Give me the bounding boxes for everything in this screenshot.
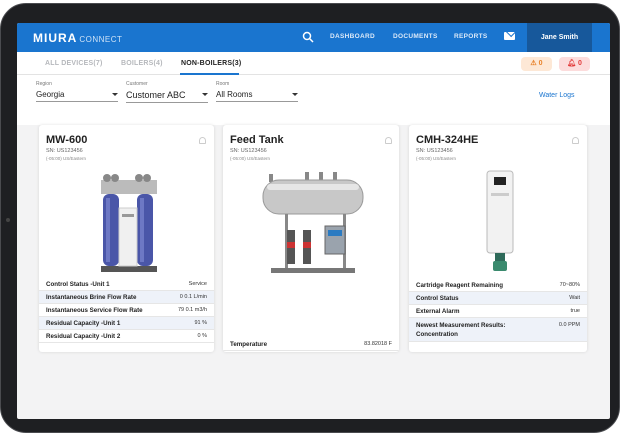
region-value: Georgia: [36, 90, 65, 99]
device-card-mw600[interactable]: MW-600 SN: US123456 (-05:00) US/Eastern: [39, 125, 214, 352]
tablet-frame: MIURA CONNECT DASHBOARD DOCUMENTS REPORTS…: [0, 0, 625, 435]
customer-filter[interactable]: Customer Customer ABC: [126, 81, 208, 103]
table-row: Instantaneous Service Flow Rate 79 0.1 m3…: [39, 304, 214, 317]
table-row: Temperature 83.82018 F: [223, 338, 399, 351]
user-menu[interactable]: Jane Smith: [527, 23, 592, 52]
device-timezone: (-05:00) US/Eastern: [46, 156, 87, 161]
bell-icon[interactable]: [385, 137, 392, 144]
room-filter[interactable]: Room All Rooms: [216, 81, 298, 102]
bell-icon[interactable]: [199, 137, 206, 144]
room-value: All Rooms: [216, 90, 253, 99]
region-filter[interactable]: Region Georgia: [36, 81, 118, 102]
nav-reports[interactable]: REPORTS: [454, 33, 488, 40]
nav-dashboard[interactable]: DASHBOARD: [330, 33, 375, 40]
device-tabs: ALL DEVICES(7) BOILERS(4) NON-BOILERS(3)…: [17, 52, 610, 75]
device-serial: SN: US123456: [230, 148, 267, 154]
device-timezone: (-05:00) US/Eastern: [416, 156, 457, 161]
data-table: Temperature 83.82018 F: [223, 338, 399, 351]
water-logs-link[interactable]: Water Logs: [539, 92, 575, 99]
region-label: Region: [36, 81, 52, 87]
search-icon[interactable]: [302, 31, 314, 43]
device-card-feed-tank[interactable]: Feed Tank SN: US123456 (-05:00) US/Easte…: [223, 125, 399, 352]
device-title: MW-600: [46, 134, 88, 146]
app-screen: MIURA CONNECT DASHBOARD DOCUMENTS REPORTS…: [17, 23, 610, 419]
warning-count: 0: [538, 60, 543, 67]
table-row: External Alarm true: [409, 305, 587, 318]
critical-count: 0: [577, 60, 582, 67]
device-title: CMH-324HE: [416, 134, 479, 146]
device-serial: SN: US123456: [416, 148, 453, 154]
mail-icon[interactable]: [504, 32, 515, 40]
tablet-bezel: MIURA CONNECT DASHBOARD DOCUMENTS REPORTS…: [0, 3, 620, 433]
data-table: Control Status -Unit 1 Service Instantane…: [39, 278, 214, 343]
analyzer-image: [486, 170, 514, 271]
nav-documents[interactable]: DOCUMENTS: [393, 33, 438, 40]
filter-bar: Region Georgia Customer Customer ABC Roo…: [17, 75, 610, 125]
water-softener-image: [101, 174, 157, 272]
customer-label: Customer: [126, 81, 148, 87]
top-nav-bar: MIURA CONNECT DASHBOARD DOCUMENTS REPORTS…: [17, 23, 610, 52]
device-title: Feed Tank: [230, 134, 284, 146]
chevron-down-icon: [202, 93, 208, 96]
table-row: Cartridge Reagent Remaining 70~80%: [409, 279, 587, 292]
table-row: Residual Capacity -Unit 20 %: [39, 330, 214, 343]
table-row: Newest Measurement Results: Concentratio…: [409, 318, 587, 342]
data-table: Cartridge Reagent Remaining 70~80% Contro…: [409, 279, 587, 342]
customer-value: Customer ABC: [126, 90, 186, 100]
table-row: Residual Capacity -Unit 1 91 %: [39, 317, 214, 330]
device-timezone: (-05:00) US/Eastern: [230, 156, 271, 161]
feed-tank-image: [262, 172, 364, 273]
device-serial: SN: US123456: [46, 148, 83, 154]
tab-non-boilers[interactable]: NON-BOILERS(3): [181, 60, 241, 67]
critical-alert-button[interactable]: 🔔︎ 0: [559, 57, 590, 71]
device-card-cmh324he[interactable]: CMH-324HE SN: US123456 (-05:00) US/Easte…: [409, 125, 587, 352]
brand-logo[interactable]: MIURA CONNECT: [33, 31, 122, 45]
bell-icon[interactable]: [572, 137, 579, 144]
table-row: Control Status Wait: [409, 292, 587, 305]
chevron-down-icon: [292, 93, 298, 96]
room-label: Room: [216, 81, 230, 87]
chevron-down-icon: [112, 93, 118, 96]
table-row: Control Status -Unit 1 Service: [39, 278, 214, 291]
warning-alert-button[interactable]: ⚠ 0: [521, 57, 552, 71]
tab-all-devices[interactable]: ALL DEVICES(7): [45, 60, 103, 67]
tab-boilers[interactable]: BOILERS(4): [121, 60, 163, 67]
table-row: Instantaneous Brine Flow Rate 0 0.1 L/min: [39, 291, 214, 304]
camera-dot: [6, 218, 10, 222]
